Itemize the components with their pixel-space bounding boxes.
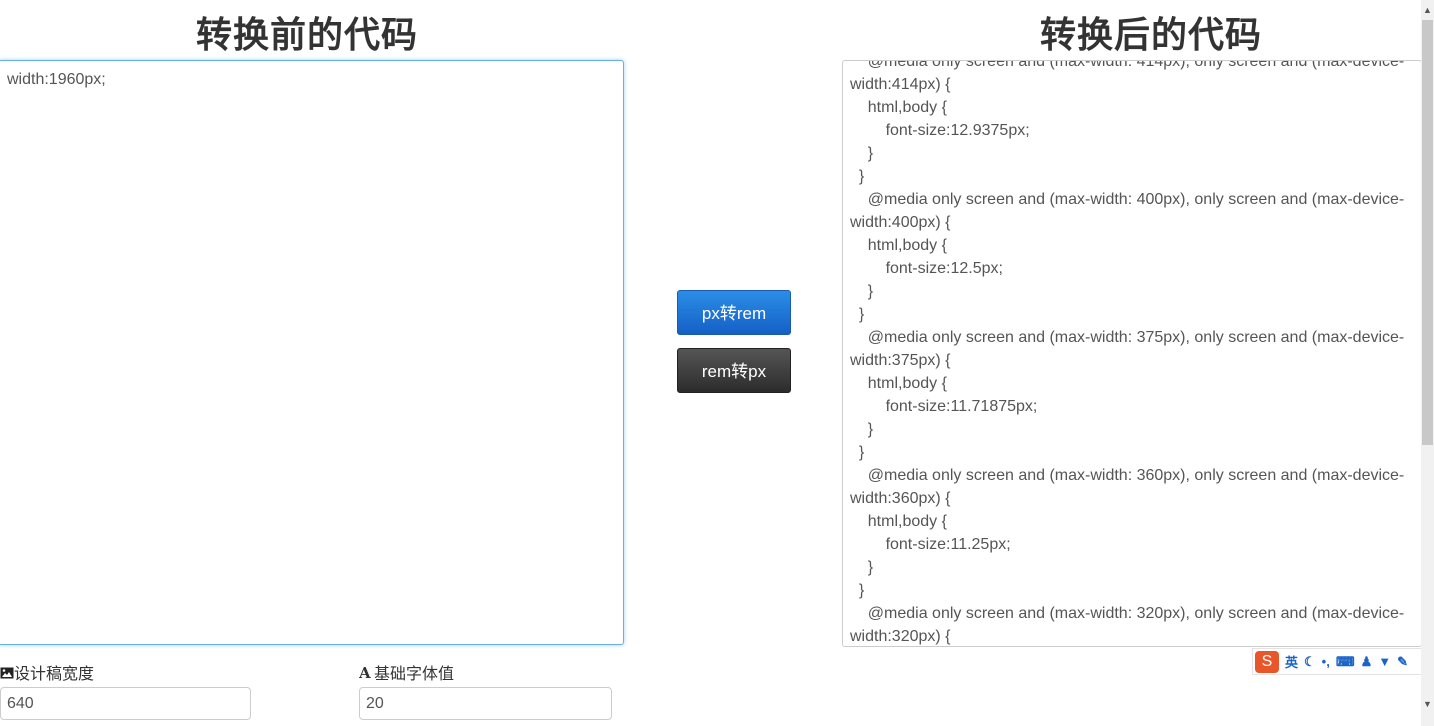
page-scrollbar[interactable]: ▲ ▼ (1421, 0, 1434, 726)
wrench-icon[interactable]: ✎ (1397, 654, 1408, 670)
design-width-label-text: 设计稿宽度 (14, 666, 95, 683)
design-width-label: 设计稿宽度 (0, 660, 94, 684)
shirt-icon[interactable]: ▼ (1378, 654, 1391, 669)
user-icon[interactable]: ♟ (1361, 654, 1373, 670)
design-width-value: 640 (7, 695, 34, 712)
moon-icon[interactable]: ☾ (1304, 654, 1316, 670)
output-code-textarea[interactable]: @media only screen and (max-width: 414px… (842, 60, 1422, 647)
rem-to-px-button[interactable]: rem转px (677, 348, 791, 393)
font-icon: A (358, 664, 374, 684)
after-code-title: 转换后的代码 (1040, 15, 1263, 56)
input-code-text: width:1960px; (7, 71, 106, 88)
design-width-input[interactable]: 640 (0, 687, 251, 720)
ime-language-toggle[interactable]: 英 (1285, 652, 1298, 671)
punctuation-icon[interactable]: •, (1322, 654, 1330, 669)
scroll-up-icon[interactable]: ▲ (1421, 2, 1434, 18)
sogou-logo-icon[interactable]: S (1255, 650, 1279, 673)
output-code-text: @media only screen and (max-width: 414px… (850, 60, 1405, 645)
px-to-rem-button[interactable]: px转rem (677, 290, 791, 335)
scroll-thumb[interactable] (1422, 20, 1433, 445)
base-font-value: 20 (366, 695, 384, 712)
base-font-label-text: 基础字体值 (374, 666, 455, 683)
base-font-label: A 基础字体值 (358, 660, 455, 684)
input-code-textarea[interactable]: width:1960px; (0, 60, 624, 645)
base-font-input[interactable]: 20 (359, 687, 612, 720)
scroll-down-icon[interactable]: ▼ (1421, 696, 1434, 712)
svg-text:A: A (359, 665, 371, 679)
keyboard-icon[interactable]: ⌨ (1336, 654, 1355, 670)
before-code-title: 转换前的代码 (196, 15, 419, 56)
ime-toolbar[interactable]: S 英 ☾ •, ⌨ ♟ ▼ ✎ (1252, 648, 1434, 675)
image-icon (0, 666, 14, 684)
